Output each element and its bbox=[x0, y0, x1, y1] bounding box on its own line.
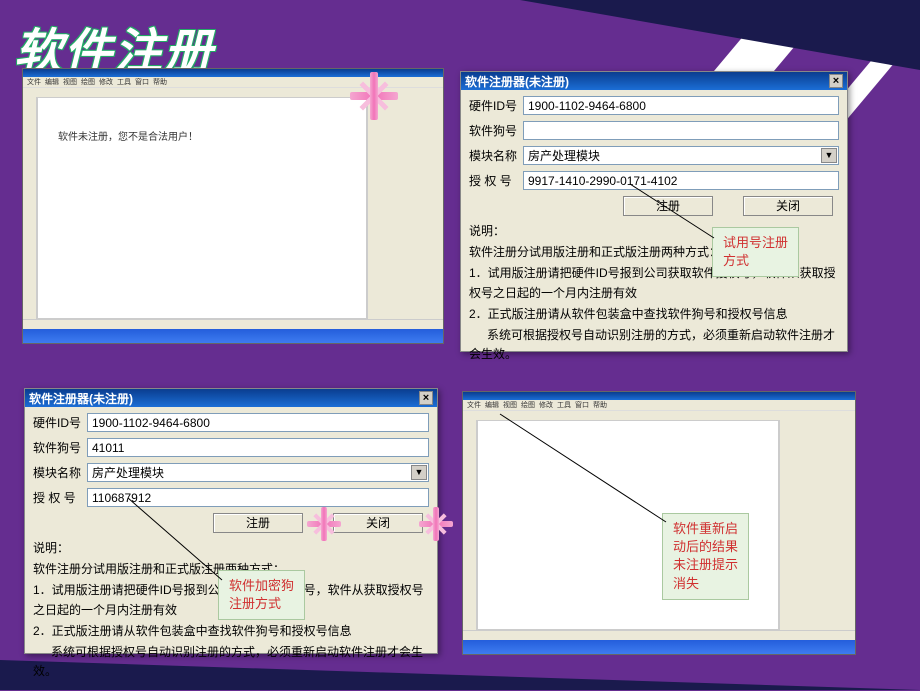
app-left-tools bbox=[463, 420, 477, 630]
hwid-label: 硬件ID号 bbox=[33, 414, 87, 431]
auth-input[interactable] bbox=[87, 488, 429, 507]
register-button[interactable]: 注册 bbox=[213, 513, 303, 533]
menu-item: 绘图 bbox=[81, 77, 95, 87]
module-label: 模块名称 bbox=[469, 147, 523, 164]
app-menubar: 文件 编辑 视图 绘图 修改 工具 窗口 帮助 bbox=[463, 400, 855, 410]
callout-dongle: 软件加密狗注册方式 bbox=[218, 570, 305, 620]
menu-item: 文件 bbox=[467, 400, 481, 410]
menu-item: 编辑 bbox=[485, 400, 499, 410]
module-value: 房产处理模块 bbox=[528, 147, 600, 164]
dialog-titlebar: 软件注册器(未注册) × bbox=[461, 72, 847, 90]
menu-item: 帮助 bbox=[153, 77, 167, 87]
auth-input[interactable] bbox=[523, 171, 839, 190]
dialog-titlebar: 软件注册器(未注册) × bbox=[25, 389, 437, 407]
callout-trial: 试用号注册方式 bbox=[712, 227, 799, 277]
close-button[interactable]: × bbox=[829, 74, 843, 88]
module-value: 房产处理模块 bbox=[92, 464, 164, 481]
app-toolbar bbox=[23, 87, 443, 97]
menu-item: 编辑 bbox=[45, 77, 59, 87]
app-after-restart-screenshot: 文件 编辑 视图 绘图 修改 工具 窗口 帮助 bbox=[462, 391, 856, 655]
menu-item: 视图 bbox=[503, 400, 517, 410]
menu-item: 修改 bbox=[99, 77, 113, 87]
app-right-panel bbox=[779, 420, 855, 630]
dialog-title: 软件注册器(未注册) bbox=[465, 73, 569, 90]
hwid-input[interactable] bbox=[523, 96, 839, 115]
app-titlebar bbox=[23, 69, 443, 77]
expl-head: 说明： bbox=[33, 539, 429, 558]
register-button[interactable]: 注册 bbox=[623, 196, 713, 216]
app-taskbar bbox=[23, 329, 443, 343]
app-left-tools bbox=[23, 97, 37, 319]
hwid-label: 硬件ID号 bbox=[469, 97, 523, 114]
app-toolbar bbox=[463, 410, 855, 420]
close-button-bottom[interactable]: 关闭 bbox=[743, 196, 833, 216]
menu-item: 绘图 bbox=[521, 400, 535, 410]
auth-label: 授 权 号 bbox=[33, 489, 87, 506]
app-right-panel bbox=[367, 97, 443, 319]
app-menubar: 文件 编辑 视图 绘图 修改 工具 窗口 帮助 bbox=[23, 77, 443, 87]
menu-item: 文件 bbox=[27, 77, 41, 87]
register-dialog-trial: 软件注册器(未注册) × 硬件ID号 软件狗号 模块名称 房产处理模块 ▼ 授 … bbox=[460, 71, 848, 352]
dongle-input[interactable] bbox=[523, 121, 839, 140]
menu-item: 窗口 bbox=[135, 77, 149, 87]
app-status bbox=[463, 630, 855, 640]
app-unregistered-screenshot: 文件 编辑 视图 绘图 修改 工具 窗口 帮助 软件未注册，您不是合法用户！ bbox=[22, 68, 444, 344]
app-titlebar bbox=[463, 392, 855, 400]
expl-line: 2．正式版注册请从软件包装盒中查找软件狗号和授权号信息 bbox=[469, 305, 839, 324]
dongle-label: 软件狗号 bbox=[469, 122, 523, 139]
chevron-down-icon[interactable]: ▼ bbox=[821, 148, 837, 163]
dongle-input[interactable] bbox=[87, 438, 429, 457]
module-combo[interactable]: 房产处理模块 ▼ bbox=[523, 146, 839, 165]
menu-item: 修改 bbox=[539, 400, 553, 410]
app-canvas: 软件未注册，您不是合法用户！ bbox=[37, 97, 367, 319]
module-label: 模块名称 bbox=[33, 464, 87, 481]
expl-line: 系统可根据授权号自动识别注册的方式，必须重新启动软件注册才会生效。 bbox=[469, 326, 839, 364]
app-taskbar bbox=[463, 640, 855, 654]
module-combo[interactable]: 房产处理模块 ▼ bbox=[87, 463, 429, 482]
expl-line: 2．正式版注册请从软件包装盒中查找软件狗号和授权号信息 bbox=[33, 622, 429, 641]
hwid-input[interactable] bbox=[87, 413, 429, 432]
menu-item: 工具 bbox=[117, 77, 131, 87]
unregistered-message: 软件未注册，您不是合法用户！ bbox=[58, 128, 198, 143]
close-button-bottom[interactable]: 关闭 bbox=[333, 513, 423, 533]
menu-item: 帮助 bbox=[593, 400, 607, 410]
close-button[interactable]: × bbox=[419, 391, 433, 405]
auth-label: 授 权 号 bbox=[469, 172, 523, 189]
menu-item: 工具 bbox=[557, 400, 571, 410]
app-status bbox=[23, 319, 443, 329]
dialog-title: 软件注册器(未注册) bbox=[29, 390, 133, 407]
expl-line: 系统可根据授权号自动识别注册的方式，必须重新启动软件注册才会生效。 bbox=[33, 643, 429, 681]
dongle-label: 软件狗号 bbox=[33, 439, 87, 456]
chevron-down-icon[interactable]: ▼ bbox=[411, 465, 427, 480]
menu-item: 窗口 bbox=[575, 400, 589, 410]
menu-item: 视图 bbox=[63, 77, 77, 87]
callout-restart: 软件重新启动后的结果未注册提示消失 bbox=[662, 513, 749, 600]
